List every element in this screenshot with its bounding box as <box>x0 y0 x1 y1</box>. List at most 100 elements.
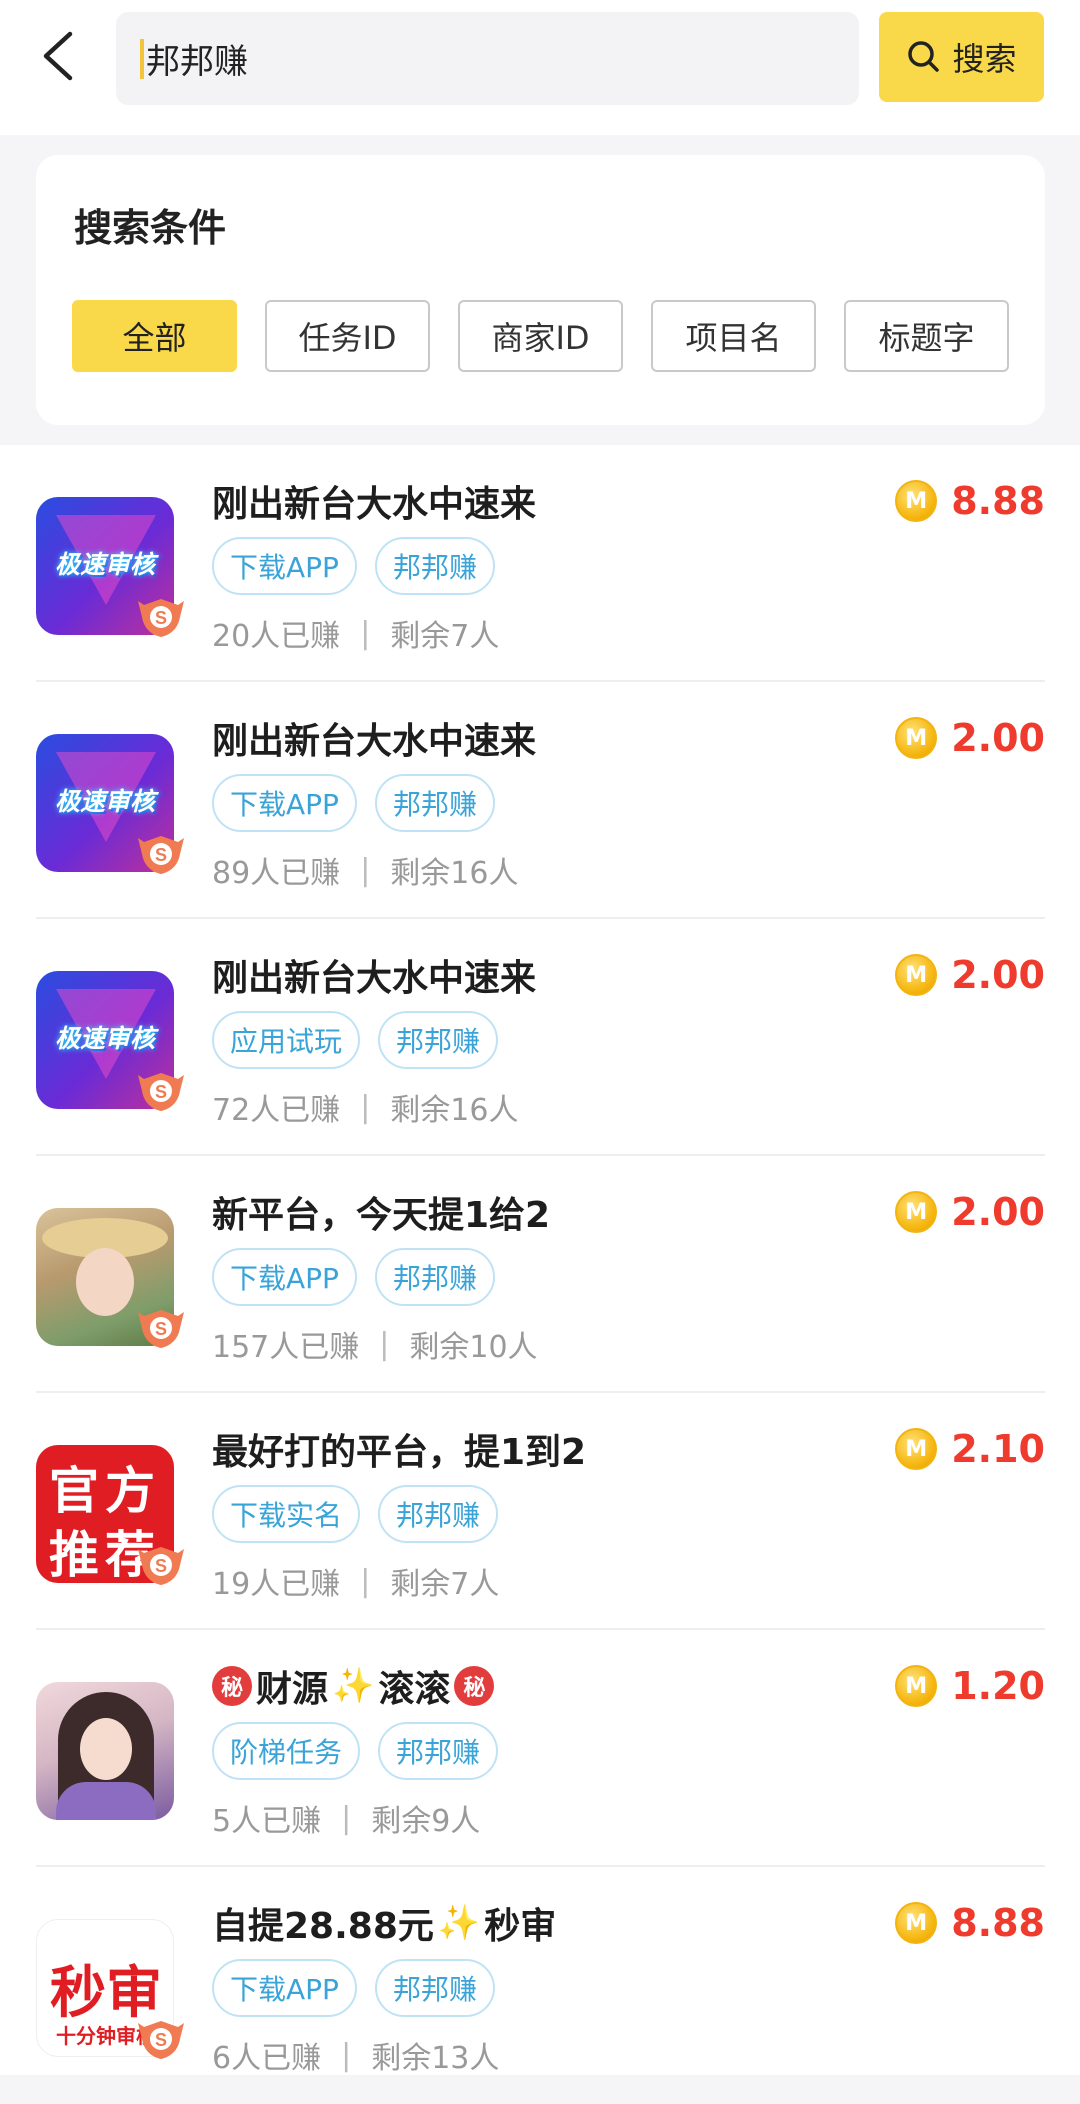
reward-amount: 8.88 <box>951 1901 1045 1945</box>
top-bar: 邦邦赚 搜索 <box>0 0 1080 135</box>
search-icon <box>908 41 940 72</box>
earned-count: 20人已赚 <box>212 619 341 654</box>
reward-amount: 8.88 <box>951 479 1045 523</box>
title-text: 自提28.88元 <box>212 1906 434 1947</box>
task-title: 自提28.88元 ✨ 秒审 <box>212 1897 556 1949</box>
separator: | <box>360 1089 371 1125</box>
task-stats: 89人已赚 | 剩余16人 <box>212 848 518 892</box>
task-tag: 邦邦赚 <box>378 1011 499 1069</box>
reward-amount: 2.10 <box>951 1427 1045 1471</box>
separator: | <box>379 1326 390 1362</box>
task-title: 刚出新台大水中速来 <box>212 958 537 999</box>
coin-icon: M <box>895 480 938 522</box>
task-tag: 邦邦赚 <box>378 1722 499 1780</box>
search-input[interactable]: 邦邦赚 <box>116 12 859 105</box>
title-text: 财源 <box>256 1669 329 1710</box>
search-button[interactable]: 搜索 <box>879 12 1044 102</box>
task-tag: 应用试玩 <box>212 1011 361 1069</box>
earned-count: 19人已赚 <box>212 1567 341 1602</box>
chevron-left-icon <box>43 31 73 81</box>
earned-count: 89人已赚 <box>212 856 341 891</box>
coin-icon: M <box>895 717 938 759</box>
shield-badge-icon: S <box>138 599 184 637</box>
task-item[interactable]: 极速审核 S 刚出新台大水中速来 应用试玩 邦邦赚 72人已赚 | 剩余16人 … <box>36 919 1045 1156</box>
task-tags: 应用试玩 邦邦赚 <box>212 1011 499 1069</box>
separator: | <box>360 852 371 888</box>
shield-badge-icon: S <box>138 2021 184 2059</box>
filter-chip-title-keyword[interactable]: 标题字 <box>844 300 1009 372</box>
filter-chip-all[interactable]: 全部 <box>72 300 237 372</box>
task-item[interactable]: 极速审核 S 刚出新台大水中速来 下载APP 邦邦赚 89人已赚 | 剩余16人… <box>36 682 1045 919</box>
task-title: 刚出新台大水中速来 <box>212 484 537 525</box>
task-title: 新平台，今天提1给2 <box>212 1195 551 1236</box>
coin-icon: M <box>895 954 938 996</box>
svg-text:S: S <box>155 608 167 628</box>
task-tag: 邦邦赚 <box>374 774 495 832</box>
task-title: 最好打的平台，提1到2 <box>212 1432 587 1473</box>
filter-chip-project-name[interactable]: 项目名 <box>651 300 816 372</box>
reward-amount: 2.00 <box>951 716 1045 760</box>
remaining-count: 剩余9人 <box>371 1804 481 1839</box>
svg-text:S: S <box>155 1319 167 1339</box>
shield-badge-icon: S <box>138 836 184 874</box>
thumbnail-text: 极速审核 <box>54 550 155 579</box>
task-tag: 下载实名 <box>212 1485 361 1543</box>
remaining-count: 剩余16人 <box>390 856 519 891</box>
task-tags: 下载APP 邦邦赚 <box>212 1248 495 1306</box>
shield-badge-icon: S <box>138 1310 184 1348</box>
svg-text:S: S <box>155 1082 167 1102</box>
task-item[interactable]: S 新平台，今天提1给2 下载APP 邦邦赚 157人已赚 | 剩余10人 M … <box>36 1156 1045 1393</box>
earned-count: 72人已赚 <box>212 1093 341 1128</box>
earned-count: 5人已赚 <box>212 1804 322 1839</box>
task-tag: 下载APP <box>212 1248 357 1306</box>
task-reward: M 8.88 <box>895 1901 1045 1945</box>
task-tags: 下载APP 邦邦赚 <box>212 537 495 595</box>
task-item[interactable]: 极速审核 S 刚出新台大水中速来 下载APP 邦邦赚 20人已赚 | 剩余7人 … <box>36 445 1045 682</box>
back-button[interactable] <box>22 20 94 92</box>
filter-chip-group: 全部 任务ID 商家ID 项目名 标题字 <box>72 300 1009 372</box>
task-tag: 阶梯任务 <box>212 1722 361 1780</box>
separator: | <box>360 615 371 651</box>
task-stats: 19人已赚 | 剩余7人 <box>212 1559 499 1603</box>
task-stats: 5人已赚 | 剩余9人 <box>212 1796 480 1840</box>
remaining-count: 剩余13人 <box>371 2041 500 2076</box>
earned-count: 6人已赚 <box>212 2041 322 2076</box>
remaining-count: 剩余7人 <box>390 619 500 654</box>
task-tags: 下载APP 邦邦赚 <box>212 1959 495 2017</box>
coin-icon: M <box>895 1665 938 1707</box>
svg-text:S: S <box>155 845 167 865</box>
task-reward: M 2.00 <box>895 716 1045 760</box>
search-conditions-title: 搜索条件 <box>74 206 227 250</box>
task-stats: 6人已赚 | 剩余13人 <box>212 2033 499 2077</box>
remaining-count: 剩余16人 <box>390 1093 519 1128</box>
search-conditions-card: 搜索条件 全部 任务ID 商家ID 项目名 标题字 <box>36 155 1045 425</box>
secret-emoji-icon: 秘 <box>454 1666 495 1706</box>
thumbnail-text: 官方 <box>49 1462 161 1520</box>
search-button-label: 搜索 <box>952 40 1017 78</box>
coin-icon: M <box>895 1902 938 1944</box>
task-tag: 邦邦赚 <box>378 1485 499 1543</box>
title-text: 秒审 <box>484 1906 557 1947</box>
shield-badge-icon: S <box>138 1547 184 1585</box>
task-list: 极速审核 S 刚出新台大水中速来 下载APP 邦邦赚 20人已赚 | 剩余7人 … <box>0 445 1080 2076</box>
remaining-count: 剩余10人 <box>409 1330 538 1365</box>
task-stats: 157人已赚 | 剩余10人 <box>212 1322 538 1366</box>
task-title: 秘 财源 ✨ 滚滚 秘 <box>212 1660 495 1712</box>
task-tag: 下载APP <box>212 1959 357 2017</box>
task-item[interactable]: 官方 推荐 S 最好打的平台，提1到2 下载实名 邦邦赚 19人已赚 | 剩余7… <box>36 1393 1045 1630</box>
task-title: 刚出新台大水中速来 <box>212 721 537 762</box>
task-tag: 下载APP <box>212 774 357 832</box>
filter-chip-merchant-id[interactable]: 商家ID <box>458 300 623 372</box>
thumbnail-text: 极速审核 <box>54 1024 155 1053</box>
task-item[interactable]: 秒审 十分钟审核 S 自提28.88元 ✨ 秒审 下载APP 邦邦赚 6人已赚 … <box>36 1867 1045 2104</box>
search-input-value: 邦邦赚 <box>146 42 248 82</box>
task-tag: 邦邦赚 <box>374 1959 495 2017</box>
remaining-count: 剩余7人 <box>390 1567 500 1602</box>
filter-chip-task-id[interactable]: 任务ID <box>265 300 430 372</box>
svg-text:S: S <box>155 2030 167 2050</box>
task-reward: M 2.00 <box>895 953 1045 997</box>
secret-emoji-icon: 秘 <box>212 1666 252 1706</box>
task-item[interactable]: 秘 财源 ✨ 滚滚 秘 阶梯任务 邦邦赚 5人已赚 | 剩余9人 M 1.20 <box>36 1630 1045 1867</box>
thumbnail-text: 极速审核 <box>54 787 155 816</box>
coin-icon: M <box>895 1428 938 1470</box>
